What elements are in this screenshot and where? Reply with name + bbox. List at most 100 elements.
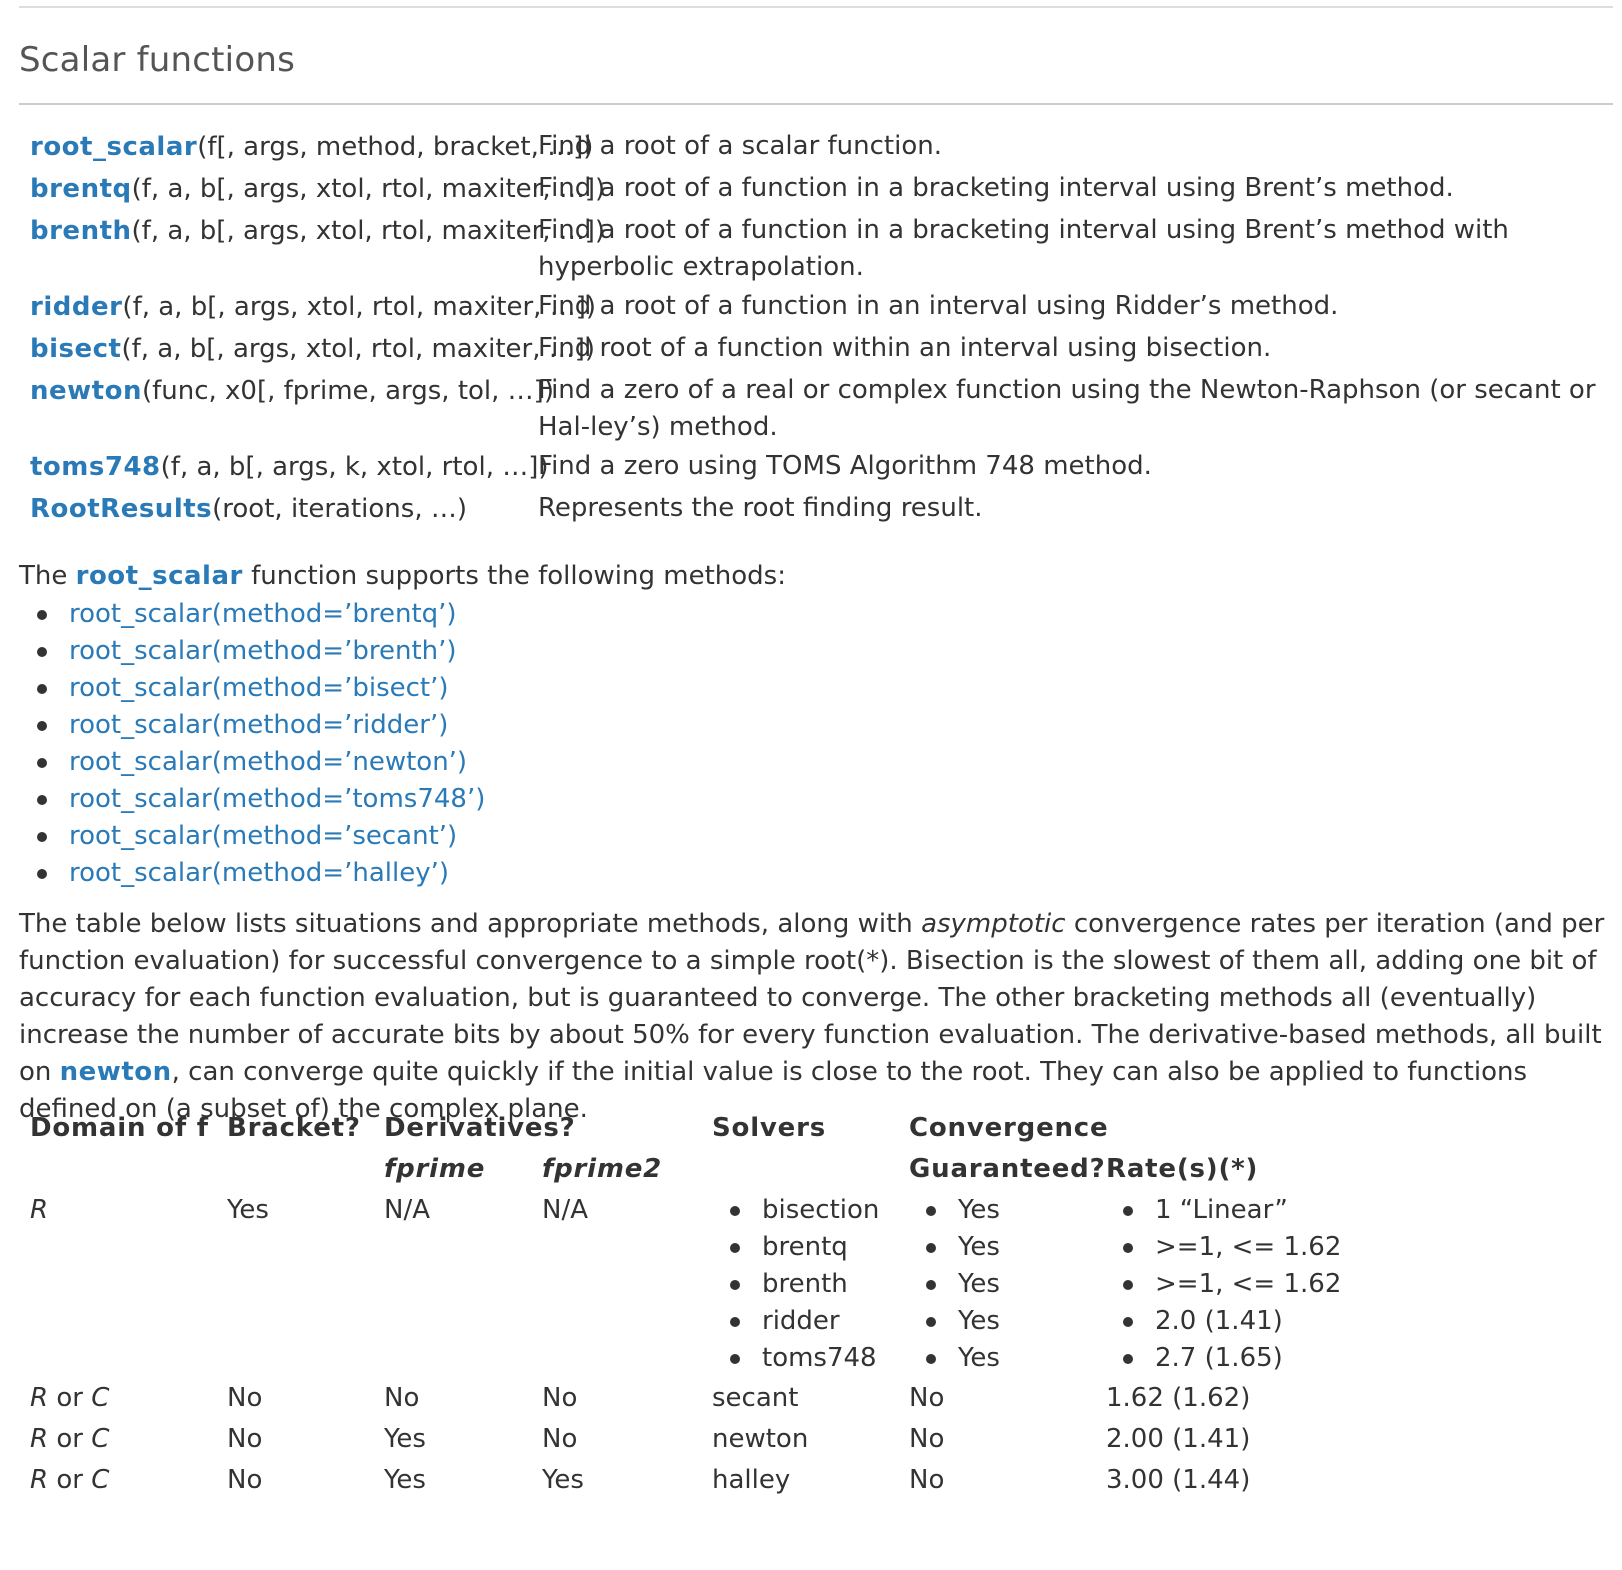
function-description: Find a zero using TOMS Algorithm 748 met… [538, 451, 1152, 481]
list-item: root_scalar(method=’newton’) [19, 744, 485, 781]
list-item: Yes [924, 1229, 1000, 1266]
list-item: root_scalar(method=’brenth’) [19, 633, 485, 670]
function-description: Find a zero of a real or complex functio… [538, 375, 1596, 442]
bullet-icon [730, 1243, 740, 1253]
cell-guaranteed: No [909, 1383, 945, 1413]
method-link-halley[interactable]: root_scalar(method=’halley’) [69, 858, 449, 888]
cell-bracket: No [227, 1383, 263, 1413]
bullet-icon [37, 758, 47, 768]
function-link-brenth[interactable]: brenth [30, 216, 132, 246]
root-scalar-link[interactable]: root_scalar [76, 561, 243, 591]
solver-list: bisection brentq brenth ridder toms748 [728, 1192, 879, 1377]
method-link-secant[interactable]: root_scalar(method=’secant’) [69, 821, 457, 851]
method-link-newton[interactable]: root_scalar(method=’newton’) [69, 747, 467, 777]
domain-real: R [30, 1465, 49, 1495]
section-title: Scalar functions [19, 40, 295, 80]
bullet-icon [730, 1354, 740, 1364]
function-args: (f, a, b[, args, k, xtol, rtol, …]) [160, 452, 549, 482]
bullet-icon [926, 1243, 936, 1253]
solver-name: toms748 [762, 1343, 877, 1373]
cell-fprime2: N/A [542, 1195, 588, 1225]
title-divider [19, 103, 1613, 105]
bullet-icon [1123, 1354, 1133, 1364]
function-row-bisect: bisect(f, a, b[, args, xtol, rtol, maxit… [30, 328, 1613, 370]
function-signature: root_scalar(f[, args, method, bracket, …… [30, 126, 593, 168]
cell-solver: secant [712, 1383, 799, 1413]
newton-link[interactable]: newton [60, 1057, 172, 1087]
function-signature: brentq(f, a, b[, args, xtol, rtol, maxit… [30, 168, 605, 210]
solver-name: brentq [762, 1232, 848, 1262]
bullet-icon [730, 1317, 740, 1327]
function-link-root-scalar[interactable]: root_scalar [30, 132, 197, 162]
function-link-rootresults[interactable]: RootResults [30, 494, 212, 524]
list-item: Yes [924, 1303, 1000, 1340]
function-description: Find a root of a scalar function. [538, 131, 943, 161]
bullet-icon [1123, 1280, 1133, 1290]
rate-value: 2.7 (1.65) [1155, 1343, 1283, 1373]
list-item: Yes [924, 1340, 1000, 1377]
cell-domain: R or C [30, 1460, 109, 1500]
list-item: 1 “Linear” [1121, 1192, 1341, 1229]
function-description: Find a root of a function in a bracketin… [538, 173, 1454, 203]
guaranteed-value: Yes [958, 1269, 1000, 1299]
function-link-bisect[interactable]: bisect [30, 334, 121, 364]
list-item: root_scalar(method=’halley’) [19, 855, 485, 892]
cell-rate: 1.62 (1.62) [1106, 1383, 1251, 1413]
methods-intro-text: The [19, 561, 76, 591]
function-link-toms748[interactable]: toms748 [30, 452, 161, 482]
function-row-rootresults: RootResults(root, iterations, …) Represe… [30, 488, 1613, 530]
function-args: (f, a, b[, args, xtol, rtol, maxiter, …]… [122, 292, 596, 322]
function-args: (f, a, b[, args, xtol, rtol, maxiter, …]… [131, 216, 606, 246]
function-args: (f[, args, method, bracket, …]) [197, 132, 594, 162]
bullet-icon [730, 1280, 740, 1290]
solver-name: brenth [762, 1269, 848, 1299]
bullet-icon [37, 795, 47, 805]
cell-bracket: Yes [227, 1195, 269, 1225]
domain-complex: C [91, 1465, 110, 1495]
cell-domain: R [30, 1195, 49, 1225]
list-item: 2.7 (1.65) [1121, 1340, 1341, 1377]
list-item: root_scalar(method=’toms748’) [19, 781, 485, 818]
method-link-toms748[interactable]: root_scalar(method=’toms748’) [69, 784, 485, 814]
method-link-ridder[interactable]: root_scalar(method=’ridder’) [69, 710, 448, 740]
function-signature: bisect(f, a, b[, args, xtol, rtol, maxit… [30, 328, 595, 370]
solver-name: bisection [762, 1195, 880, 1225]
method-link-brenth[interactable]: root_scalar(method=’brenth’) [69, 636, 457, 666]
header-guaranteed: Guaranteed? [909, 1154, 1106, 1184]
function-link-brentq[interactable]: brentq [30, 174, 132, 204]
list-item: toms748 [728, 1340, 879, 1377]
method-link-bisect[interactable]: root_scalar(method=’bisect’) [69, 673, 449, 703]
function-args: (func, x0[, fprime, args, tol, …]) [141, 376, 554, 406]
rates-list: 1 “Linear” >=1, <= 1.62 >=1, <= 1.62 2.0… [1121, 1192, 1341, 1377]
list-item: brenth [728, 1266, 879, 1303]
function-description: Find a root of a function in an interval… [538, 291, 1339, 321]
header-fprime: fprime [384, 1154, 486, 1184]
header-derivatives: Derivatives? [384, 1113, 576, 1143]
list-item: root_scalar(method=’brentq’) [19, 596, 485, 633]
methods-intro-text: function supports the following methods: [242, 561, 786, 591]
domain-real: R [30, 1424, 49, 1454]
function-description: Represents the root finding result. [538, 493, 983, 523]
cell-fprime2: No [542, 1424, 578, 1454]
domain-complex: C [91, 1383, 110, 1413]
function-row-root-scalar: root_scalar(f[, args, method, bracket, …… [30, 126, 1613, 168]
function-link-newton[interactable]: newton [30, 376, 142, 406]
bullet-icon [37, 832, 47, 842]
guaranteed-value: Yes [958, 1232, 1000, 1262]
list-item: Yes [924, 1192, 1000, 1229]
function-link-ridder[interactable]: ridder [30, 292, 122, 322]
bullet-icon [37, 684, 47, 694]
function-signature: RootResults(root, iterations, …) [30, 488, 538, 530]
cell-solver: newton [712, 1424, 809, 1454]
cell-fprime2: No [542, 1383, 578, 1413]
cell-bracket: No [227, 1465, 263, 1495]
domain-real: R [30, 1383, 49, 1413]
list-item: >=1, <= 1.62 [1121, 1266, 1341, 1303]
cell-fprime2: Yes [542, 1465, 584, 1495]
function-row-toms748: toms748(f, a, b[, args, k, xtol, rtol, …… [30, 446, 1613, 488]
bullet-icon [1123, 1317, 1133, 1327]
cell-solver: halley [712, 1465, 791, 1495]
cell-fprime: Yes [384, 1465, 426, 1495]
list-item: ridder [728, 1303, 879, 1340]
method-link-brentq[interactable]: root_scalar(method=’brentq’) [69, 599, 457, 629]
